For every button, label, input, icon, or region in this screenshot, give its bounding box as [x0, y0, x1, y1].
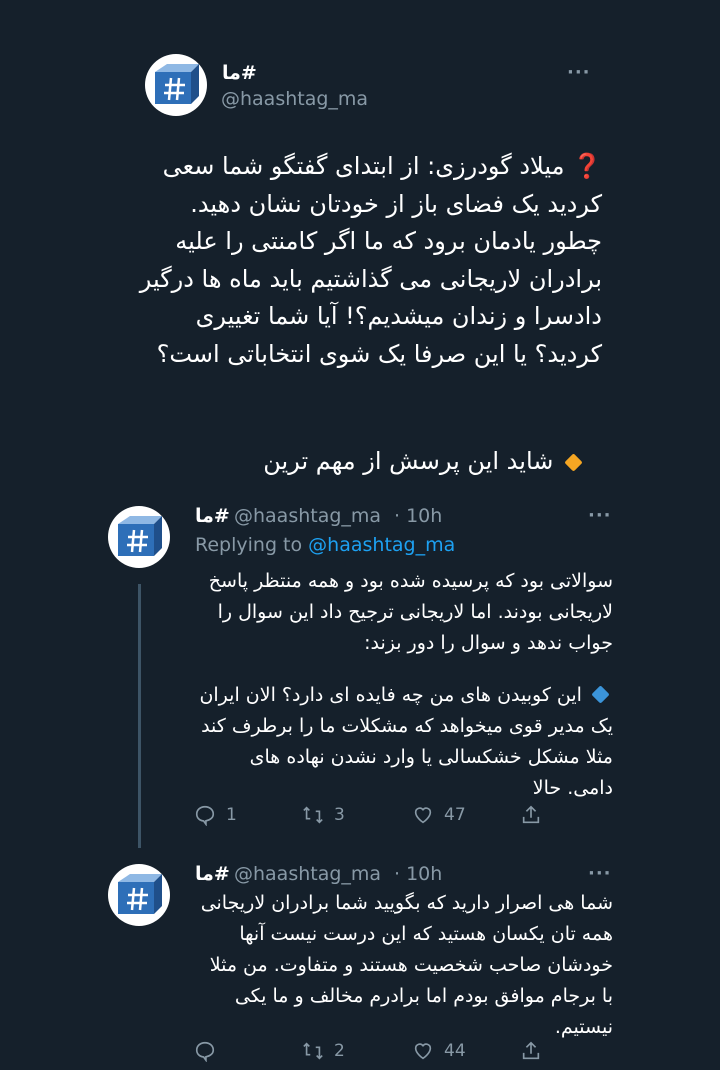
retweet-count: 3 [334, 805, 345, 825]
like-count: 44 [444, 1041, 466, 1061]
avatar[interactable] [145, 54, 207, 116]
heart-icon [414, 807, 432, 824]
replying-to-label: Replying to [195, 534, 303, 556]
display-name[interactable]: #ما [195, 863, 230, 885]
reply-button[interactable]: 1 [194, 804, 237, 826]
logo-icon [155, 64, 199, 104]
reply-icon [195, 805, 215, 826]
avatar[interactable] [108, 506, 170, 568]
reply-text: شما هی اصرار دارید که بگویید شما برادران… [200, 892, 613, 1038]
reply-count: 1 [226, 805, 237, 825]
more-options-icon[interactable]: ··· [567, 62, 591, 83]
retweet-button[interactable]: 2 [302, 1040, 345, 1062]
retweet-icon [303, 1042, 323, 1060]
replying-to-link[interactable]: @haashtag_ma [308, 534, 455, 556]
blue-diamond-icon [591, 685, 610, 704]
handle[interactable]: @haashtag_ma [221, 88, 368, 110]
handle[interactable]: @haashtag_ma [234, 505, 381, 527]
avatar[interactable] [108, 864, 170, 926]
heart-icon [414, 1043, 432, 1060]
share-button[interactable] [520, 804, 552, 826]
like-count: 47 [444, 805, 466, 825]
tweet-text: ❓ میلاد گودرزی: از ابتدای گفتگو شما سعی … [132, 148, 602, 373]
retweet-icon [303, 806, 323, 824]
tweet-extra-text: شاید این پرسش از مهم ترین [166, 447, 586, 475]
like-button[interactable]: 47 [412, 804, 466, 826]
reply-icon [195, 1041, 215, 1062]
more-options-icon[interactable]: ··· [588, 863, 612, 884]
reply-text-2-content: این کوبیدن های من چه فایده ای دارد؟ الان… [199, 684, 613, 799]
timestamp[interactable]: · 10h [394, 863, 442, 885]
logo-icon [118, 516, 162, 556]
more-options-icon[interactable]: ··· [588, 505, 612, 526]
reply-text: سوالاتی بود که پرسیده شده بود و همه منتظ… [208, 570, 613, 654]
like-button[interactable]: 44 [412, 1040, 466, 1062]
share-icon [522, 1041, 540, 1060]
display-name[interactable]: #ما [195, 505, 230, 527]
replying-to: Replying to @haashtag_ma [195, 534, 455, 556]
logo-icon [118, 874, 162, 914]
display-name[interactable]: #ما [222, 62, 257, 84]
orange-diamond-icon [564, 453, 583, 472]
reply-button[interactable] [194, 1040, 226, 1062]
retweet-count: 2 [334, 1041, 345, 1061]
share-button[interactable] [520, 1040, 552, 1062]
handle[interactable]: @haashtag_ma [234, 863, 381, 885]
tweet-text-content: میلاد گودرزی: از ابتدای گفتگو شما سعی کر… [139, 152, 602, 368]
action-bar: 1 3 47 [194, 804, 554, 834]
tweet-extra-text-content: شاید این پرسش از مهم ترین [263, 447, 554, 475]
share-icon [522, 805, 540, 824]
question-mark-icon: ❓ [572, 152, 602, 180]
thread-connector-line [138, 584, 141, 848]
retweet-button[interactable]: 3 [302, 804, 345, 826]
reply-text-2: این کوبیدن های من چه فایده ای دارد؟ الان… [198, 680, 613, 804]
timestamp[interactable]: · 10h [394, 505, 442, 527]
action-bar: 2 44 [194, 1040, 554, 1070]
